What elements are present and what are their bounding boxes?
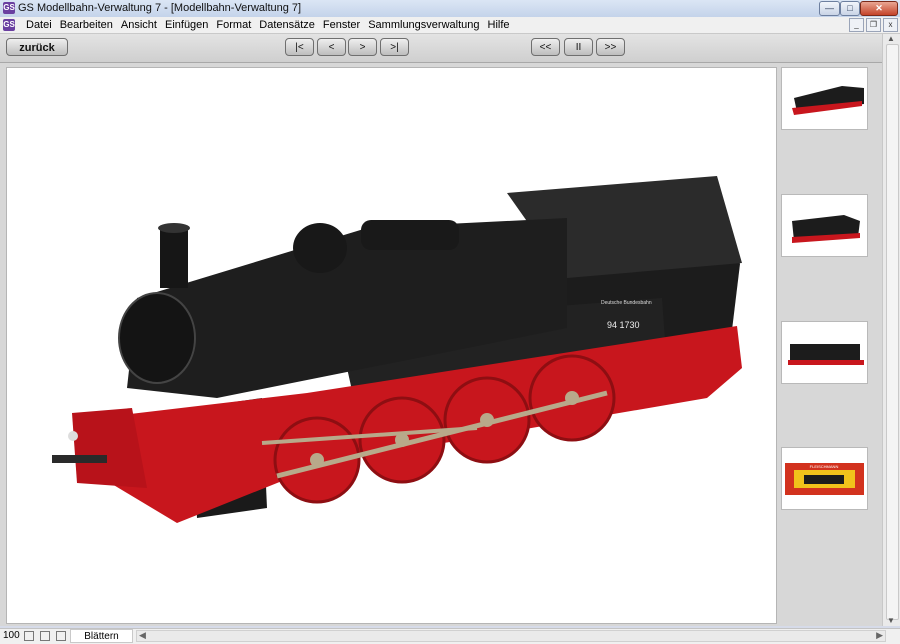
- scroll-left-icon[interactable]: ◀: [139, 630, 146, 641]
- next-record-button[interactable]: >: [348, 38, 377, 56]
- box-brand-text: FLEISCHMANN: [810, 464, 839, 469]
- menu-fenster[interactable]: Fenster: [319, 18, 364, 32]
- smokebox-door: [118, 292, 196, 384]
- zoom-level[interactable]: 100: [3, 630, 20, 641]
- menu-datei[interactable]: Datei: [22, 18, 56, 32]
- scroll-right-icon[interactable]: ▶: [876, 630, 883, 641]
- title-bar: GS GS Modellbahn-Verwaltung 7 - [Modellb…: [0, 0, 900, 18]
- thumbnail-1[interactable]: [781, 67, 868, 130]
- vertical-scrollbar[interactable]: ▲ ▼: [882, 34, 900, 626]
- slideshow-rewind-button[interactable]: <<: [531, 38, 560, 56]
- thumbnail-4[interactable]: FLEISCHMANN: [781, 447, 868, 510]
- main-image-panel: 94 1730 Deutsche Bundesbahn: [6, 67, 777, 624]
- thumbnail-4-image: FLEISCHMANN: [785, 463, 864, 495]
- first-record-button[interactable]: |<: [285, 38, 314, 56]
- slideshow-forward-button[interactable]: >>: [596, 38, 625, 56]
- app-icon: GS: [3, 2, 15, 14]
- front-coupler: [52, 455, 107, 463]
- menu-format[interactable]: Format: [212, 18, 255, 32]
- chimney-top: [158, 223, 190, 233]
- thumbnail-2-image: [792, 215, 860, 243]
- zoom-out-icon[interactable]: [24, 631, 34, 641]
- maximize-button[interactable]: □: [840, 1, 860, 16]
- back-button[interactable]: zurück: [6, 38, 68, 56]
- layout-icon[interactable]: [56, 631, 66, 641]
- document-icon[interactable]: GS: [3, 19, 15, 31]
- menu-bearbeiten[interactable]: Bearbeiten: [56, 18, 117, 32]
- previous-record-button[interactable]: <: [317, 38, 346, 56]
- mode-indicator[interactable]: Blättern: [70, 629, 133, 643]
- locomotive-image: 94 1730 Deutsche Bundesbahn: [52, 176, 742, 523]
- railway-name-text: Deutsche Bundesbahn: [601, 300, 652, 306]
- slideshow-pause-button[interactable]: II: [564, 38, 593, 56]
- child-close-button[interactable]: x: [883, 18, 898, 32]
- menu-ansicht[interactable]: Ansicht: [117, 18, 161, 32]
- thumb3-frame: [788, 360, 864, 365]
- navigation-toolbar: zurück |< < > >| << II >>: [0, 34, 882, 63]
- loco-number-text: 94 1730: [607, 320, 640, 330]
- thumb3-body: [790, 344, 860, 362]
- menu-bar: GS Datei Bearbeiten Ansicht Einfügen For…: [0, 17, 900, 34]
- scroll-down-icon[interactable]: ▼: [887, 616, 895, 625]
- thumbnail-3[interactable]: [781, 321, 868, 384]
- menu-datensaetze[interactable]: Datensätze: [255, 18, 319, 32]
- minimize-button[interactable]: —: [819, 1, 840, 16]
- thumb4-loco: [804, 475, 844, 484]
- vertical-scroll-thumb[interactable]: [886, 44, 899, 620]
- steam-dome: [293, 223, 347, 273]
- thumbnail-3-image: [788, 344, 864, 365]
- child-restore-button[interactable]: ❐: [866, 18, 881, 32]
- menu-einfuegen[interactable]: Einfügen: [161, 18, 212, 32]
- window-title: GS Modellbahn-Verwaltung 7 - [Modellbahn…: [18, 2, 302, 14]
- menu-sammlungsverwaltung[interactable]: Sammlungsverwaltung: [364, 18, 483, 32]
- zoom-in-icon[interactable]: [40, 631, 50, 641]
- thumbnail-1-image: [792, 86, 864, 115]
- child-minimize-button[interactable]: _: [849, 18, 864, 32]
- status-bar: 100 Blättern ◀ ▶: [0, 628, 900, 644]
- scroll-up-icon[interactable]: ▲: [887, 34, 895, 43]
- menu-hilfe[interactable]: Hilfe: [484, 18, 514, 32]
- thumbnail-2[interactable]: [781, 194, 868, 257]
- horizontal-scrollbar[interactable]: ◀ ▶: [136, 630, 886, 642]
- front-lamp: [68, 431, 78, 441]
- close-button[interactable]: ✕: [860, 1, 898, 16]
- chimney: [160, 228, 188, 288]
- air-pump: [361, 220, 459, 250]
- content-area: 94 1730 Deutsche Bundesbahn FLEISCHMANN: [0, 63, 882, 626]
- last-record-button[interactable]: >|: [380, 38, 409, 56]
